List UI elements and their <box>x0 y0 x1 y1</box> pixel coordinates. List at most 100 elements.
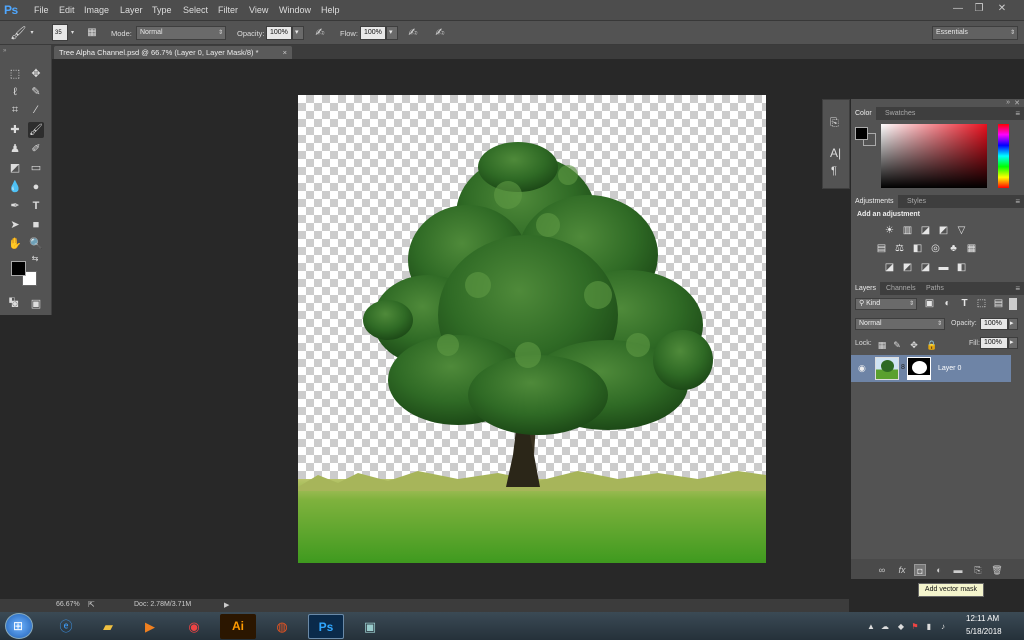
marquee-tool-icon[interactable]: ⬚ <box>7 66 23 82</box>
tab-adjustments[interactable]: Adjustments <box>851 195 898 208</box>
blend-mode-select[interactable]: Normal ⇕ <box>855 318 945 330</box>
filter-toggle[interactable] <box>1009 298 1017 310</box>
menu-help[interactable]: Help <box>321 5 340 15</box>
taskbar-chrome[interactable]: ◉ <box>176 614 212 639</box>
screen-mode-icon[interactable]: ▣ <box>28 296 44 312</box>
menu-layer[interactable]: Layer <box>120 5 143 15</box>
tab-layers[interactable]: Layers <box>851 282 881 295</box>
black-white-icon[interactable]: ◧ <box>911 243 924 254</box>
brush-tool-icon[interactable]: 🖌 <box>28 122 44 138</box>
color-lookup-icon[interactable]: ▦ <box>965 243 978 254</box>
foreground-color-swatch[interactable] <box>11 261 26 276</box>
zoom-level[interactable]: 66.67% <box>56 601 80 608</box>
panel-menu-icon[interactable]: ≡ <box>1015 107 1020 120</box>
type-tool-icon[interactable]: T <box>28 198 44 214</box>
tray-network-icon[interactable]: ▮ <box>924 622 934 632</box>
taskbar-image-viewer[interactable]: ▣ <box>352 614 388 639</box>
brush-panel-icon[interactable]: ▦ <box>84 26 100 40</box>
history-brush-tool-icon[interactable]: ✐ <box>28 141 44 157</box>
photo-filter-icon[interactable]: ◎ <box>929 243 942 254</box>
new-adjustment-layer-icon[interactable]: ◐ <box>933 564 945 576</box>
menu-select[interactable]: Select <box>183 5 208 15</box>
close-window-button[interactable]: ✕ <box>994 2 1010 16</box>
move-tool-icon[interactable]: ✥ <box>28 66 44 82</box>
visibility-eye-icon[interactable]: ◉ <box>858 363 866 374</box>
mask-link-icon[interactable]: 8 <box>901 364 905 371</box>
filter-adjustment-icon[interactable]: ◐ <box>941 298 954 309</box>
new-group-icon[interactable]: ▬ <box>952 564 964 576</box>
pressure-opacity-icon[interactable]: ✍ <box>312 26 328 40</box>
taskbar-ubuntu[interactable]: ◍ <box>264 614 300 639</box>
new-layer-icon[interactable]: ⎘ <box>972 564 984 576</box>
panel-menu-icon[interactable]: ≡ <box>1015 195 1020 208</box>
lock-transparent-icon[interactable]: ▦ <box>877 340 887 350</box>
restore-button[interactable]: ❐ <box>971 2 987 16</box>
tab-swatches[interactable]: Swatches <box>881 107 919 120</box>
layer-row-layer-0[interactable]: ◉ 8 Layer 0 <box>851 355 1011 382</box>
character-panel-icon[interactable]: A| <box>830 146 841 160</box>
mode-select[interactable]: Normal ⇕ <box>136 26 226 40</box>
menu-filter[interactable]: Filter <box>218 5 238 15</box>
taskbar-media-player[interactable]: ▶ <box>132 614 168 639</box>
filter-smart-object-icon[interactable]: ▤ <box>992 298 1005 309</box>
filter-pixel-icon[interactable]: ▣ <box>923 298 936 309</box>
document-canvas[interactable] <box>298 95 766 563</box>
history-panel-icon[interactable]: ⎘ <box>830 117 839 130</box>
collapse-panels-icon[interactable]: » <box>1006 99 1010 106</box>
lasso-tool-icon[interactable]: ℓ <box>7 84 23 100</box>
fill-dropdown[interactable]: ▸ <box>1008 337 1018 349</box>
taskbar-photoshop[interactable]: Ps <box>308 614 344 639</box>
path-selection-tool-icon[interactable]: ➤ <box>7 217 23 233</box>
filter-shape-icon[interactable]: ⬚ <box>975 298 988 309</box>
taskbar-file-explorer[interactable]: ▰ <box>90 614 126 639</box>
zoom-tool-icon[interactable]: 🔍 <box>28 236 44 252</box>
curves-icon[interactable]: ◪ <box>919 225 932 236</box>
fill-input[interactable]: 100% <box>980 337 1008 349</box>
document-tab[interactable]: Tree Alpha Channel.psd @ 66.7% (Layer 0,… <box>54 46 292 59</box>
eyedropper-tool-icon[interactable]: ⁄ <box>28 102 44 118</box>
lock-all-icon[interactable]: 🔒 <box>926 340 937 350</box>
clock-time[interactable]: 12:11 AM <box>966 614 999 623</box>
gradient-tool-icon[interactable]: ▭ <box>28 160 44 176</box>
swap-colors-icon[interactable]: ⇆ <box>30 254 40 264</box>
lock-image-icon[interactable]: ✎ <box>892 340 902 350</box>
chevron-down-icon[interactable]: ▾ <box>69 26 76 40</box>
taskbar-illustrator[interactable]: Ai <box>220 614 256 639</box>
posterize-icon[interactable]: ◩ <box>901 262 914 273</box>
tab-paths[interactable]: Paths <box>922 282 948 295</box>
link-layers-icon[interactable]: ∞ <box>876 564 888 576</box>
clone-stamp-tool-icon[interactable]: ♟ <box>7 141 23 157</box>
brightness-contrast-icon[interactable]: ☀ <box>883 225 896 236</box>
tray-volume-icon[interactable]: ♪ <box>938 622 948 632</box>
menu-type[interactable]: Type <box>152 5 172 15</box>
opacity-dropdown[interactable]: ▾ <box>292 26 304 40</box>
exposure-icon[interactable]: ◩ <box>937 225 950 236</box>
menu-window[interactable]: Window <box>279 5 311 15</box>
flow-dropdown[interactable]: ▾ <box>386 26 398 40</box>
vibrance-icon[interactable]: ▽ <box>955 225 968 236</box>
flow-input[interactable]: 100% <box>360 26 386 40</box>
menu-image[interactable]: Image <box>84 5 109 15</box>
airbrush-icon[interactable]: ✍ <box>405 26 421 40</box>
tray-expand-icon[interactable]: ▲ <box>866 622 876 632</box>
clock-date[interactable]: 5/18/2018 <box>966 627 1002 636</box>
healing-brush-tool-icon[interactable]: ✚ <box>7 122 23 138</box>
chevron-down-icon[interactable]: ▾ <box>28 26 36 40</box>
levels-icon[interactable]: ▥ <box>901 225 914 236</box>
layer-style-icon[interactable]: fx <box>896 564 908 576</box>
tray-cloud-icon[interactable]: ☁ <box>880 622 890 632</box>
close-panels-icon[interactable]: ✕ <box>1014 99 1020 107</box>
tab-channels[interactable]: Channels <box>882 282 920 295</box>
pen-tool-icon[interactable]: ✒ <box>7 198 23 214</box>
threshold-icon[interactable]: ◪ <box>919 262 932 273</box>
pressure-size-icon[interactable]: ✍ <box>432 26 448 40</box>
tray-dropbox-icon[interactable]: ◆ <box>896 622 906 632</box>
eraser-tool-icon[interactable]: ◩ <box>7 160 23 176</box>
filter-type-icon[interactable]: T <box>958 298 971 309</box>
color-balance-icon[interactable]: ⚖ <box>893 243 906 254</box>
crop-tool-icon[interactable]: ⌗ <box>7 102 23 118</box>
gradient-map-icon[interactable]: ▬ <box>937 262 950 273</box>
export-icon[interactable]: ⇱ <box>88 600 95 609</box>
layer-name[interactable]: Layer 0 <box>938 365 961 372</box>
taskbar-internet-explorer[interactable]: ⓔ <box>48 614 84 639</box>
